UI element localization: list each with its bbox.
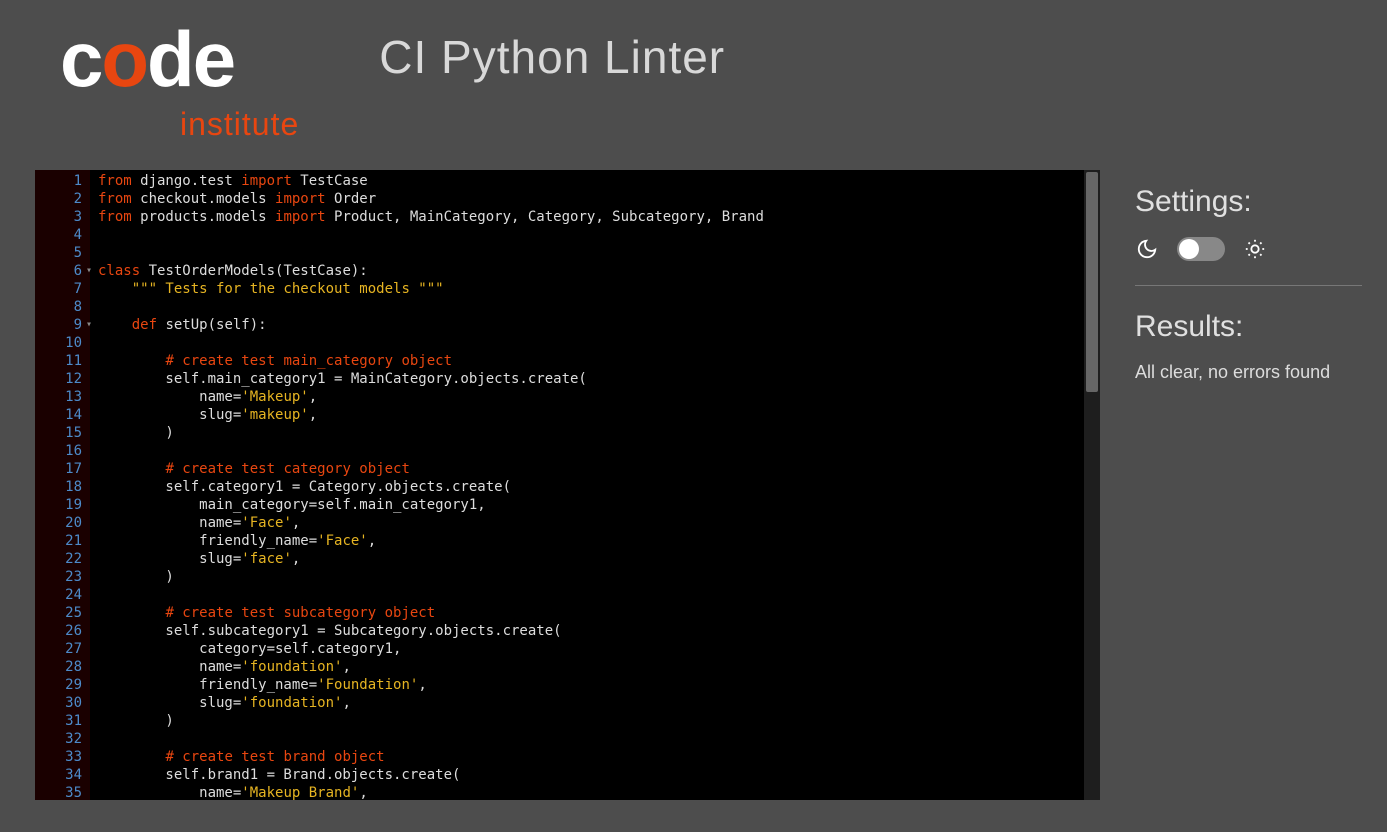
code-editor[interactable]: 1234567891011121314151617181920212223242… — [35, 170, 1100, 800]
line-number: 6 — [35, 262, 90, 280]
code-line[interactable]: ) — [98, 424, 1100, 442]
code-line[interactable]: from checkout.models import Order — [98, 190, 1100, 208]
code-line[interactable]: friendly_name='Face', — [98, 532, 1100, 550]
code-line[interactable]: # create test brand object — [98, 748, 1100, 766]
results-heading: Results: — [1135, 310, 1362, 344]
sidebar: Settings: Results: All clear, no errors … — [1100, 170, 1387, 832]
line-number: 24 — [35, 586, 90, 604]
code-line[interactable]: name='foundation', — [98, 658, 1100, 676]
line-number: 17 — [35, 460, 90, 478]
code-line[interactable]: # create test category object — [98, 460, 1100, 478]
settings-heading: Settings: — [1135, 185, 1362, 219]
code-line[interactable]: def setUp(self): — [98, 316, 1100, 334]
code-line[interactable]: friendly_name='Foundation', — [98, 676, 1100, 694]
theme-toggle[interactable] — [1177, 237, 1225, 261]
line-number: 8 — [35, 298, 90, 316]
line-number: 32 — [35, 730, 90, 748]
line-number: 16 — [35, 442, 90, 460]
logo-letter-c: c — [60, 15, 101, 103]
code-line[interactable]: self.subcategory1 = Subcategory.objects.… — [98, 622, 1100, 640]
line-number: 4 — [35, 226, 90, 244]
line-gutter: 1234567891011121314151617181920212223242… — [35, 170, 90, 800]
line-number: 35 — [35, 784, 90, 802]
code-line[interactable]: class TestOrderModels(TestCase): — [98, 262, 1100, 280]
logo-letter-o: o — [101, 15, 147, 103]
line-number: 31 — [35, 712, 90, 730]
line-number: 25 — [35, 604, 90, 622]
code-line[interactable]: slug='makeup', — [98, 406, 1100, 424]
code-line[interactable] — [98, 298, 1100, 316]
code-line[interactable] — [98, 586, 1100, 604]
logo: code institute — [60, 20, 299, 143]
line-number: 27 — [35, 640, 90, 658]
line-number: 20 — [35, 514, 90, 532]
line-number: 12 — [35, 370, 90, 388]
scrollbar[interactable] — [1084, 170, 1100, 800]
line-number: 5 — [35, 244, 90, 262]
code-line[interactable] — [98, 334, 1100, 352]
moon-icon — [1135, 237, 1159, 261]
code-line[interactable]: self.main_category1 = MainCategory.objec… — [98, 370, 1100, 388]
line-number: 23 — [35, 568, 90, 586]
code-line[interactable]: slug='foundation', — [98, 694, 1100, 712]
code-line[interactable]: from django.test import TestCase — [98, 172, 1100, 190]
code-line[interactable] — [98, 244, 1100, 262]
code-line[interactable]: ) — [98, 568, 1100, 586]
code-line[interactable]: category=self.category1, — [98, 640, 1100, 658]
code-line[interactable] — [98, 730, 1100, 748]
line-number: 29 — [35, 676, 90, 694]
line-number: 10 — [35, 334, 90, 352]
logo-letter-de: de — [147, 15, 234, 103]
code-line[interactable]: main_category=self.main_category1, — [98, 496, 1100, 514]
scroll-thumb[interactable] — [1086, 172, 1098, 392]
code-line[interactable]: # create test subcategory object — [98, 604, 1100, 622]
settings-row — [1135, 237, 1362, 286]
line-number: 28 — [35, 658, 90, 676]
line-number: 14 — [35, 406, 90, 424]
page-title: CI Python Linter — [379, 30, 725, 84]
code-content[interactable]: from django.test import TestCasefrom che… — [90, 170, 1100, 800]
line-number: 34 — [35, 766, 90, 784]
code-line[interactable] — [98, 226, 1100, 244]
line-number: 13 — [35, 388, 90, 406]
logo-subtitle: institute — [180, 106, 299, 143]
code-line[interactable]: name='Face', — [98, 514, 1100, 532]
results-text: All clear, no errors found — [1135, 362, 1362, 383]
line-number: 21 — [35, 532, 90, 550]
line-number: 18 — [35, 478, 90, 496]
line-number: 7 — [35, 280, 90, 298]
code-line[interactable]: """ Tests for the checkout models """ — [98, 280, 1100, 298]
line-number: 15 — [35, 424, 90, 442]
code-line[interactable]: # create test main_category object — [98, 352, 1100, 370]
line-number: 2 — [35, 190, 90, 208]
line-number: 3 — [35, 208, 90, 226]
line-number: 33 — [35, 748, 90, 766]
line-number: 30 — [35, 694, 90, 712]
code-line[interactable]: self.category1 = Category.objects.create… — [98, 478, 1100, 496]
line-number: 26 — [35, 622, 90, 640]
toggle-knob — [1179, 239, 1199, 259]
main: 1234567891011121314151617181920212223242… — [0, 170, 1387, 832]
code-line[interactable]: slug='face', — [98, 550, 1100, 568]
sun-icon — [1243, 237, 1267, 261]
line-number: 22 — [35, 550, 90, 568]
code-line[interactable]: self.brand1 = Brand.objects.create( — [98, 766, 1100, 784]
code-line[interactable] — [98, 442, 1100, 460]
line-number: 19 — [35, 496, 90, 514]
logo-main: code — [60, 20, 299, 98]
line-number: 11 — [35, 352, 90, 370]
line-number: 1 — [35, 172, 90, 190]
code-line[interactable]: name='Makeup Brand', — [98, 784, 1100, 800]
code-line[interactable]: from products.models import Product, Mai… — [98, 208, 1100, 226]
code-line[interactable]: ) — [98, 712, 1100, 730]
code-line[interactable]: name='Makeup', — [98, 388, 1100, 406]
header: code institute CI Python Linter — [0, 0, 1387, 170]
line-number: 9 — [35, 316, 90, 334]
